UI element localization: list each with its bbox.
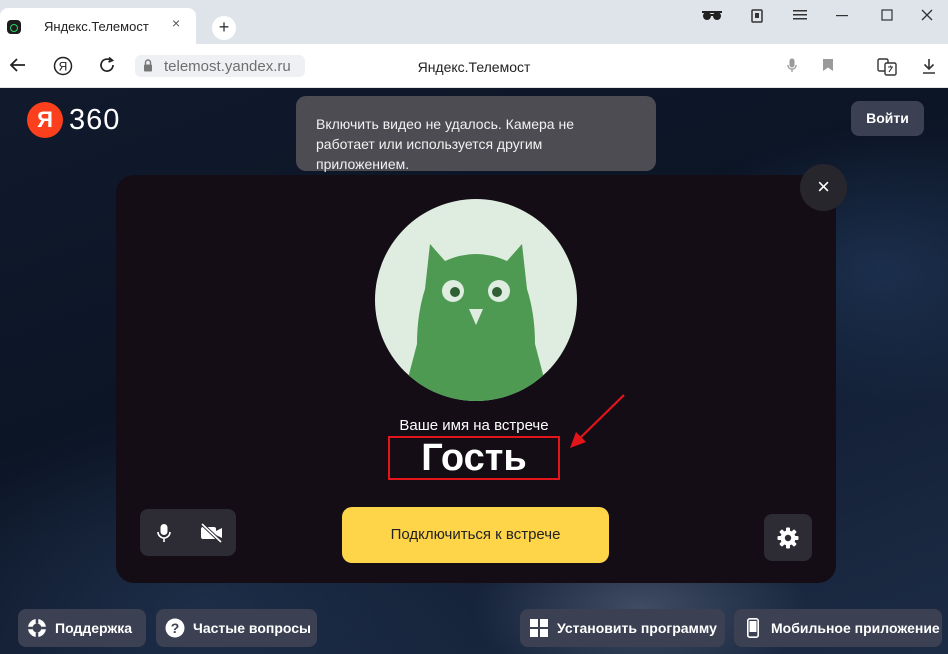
- mobile-app-button[interactable]: Мобильное приложение: [734, 609, 942, 647]
- page-title: Яндекс.Телемост: [417, 59, 531, 75]
- maximize-icon[interactable]: [872, 8, 902, 25]
- owl-avatar-icon: [402, 244, 550, 401]
- faq-label: Частые вопросы: [193, 620, 311, 636]
- support-button[interactable]: Поддержка: [18, 609, 146, 647]
- incognito-icon[interactable]: [697, 8, 727, 26]
- yandex-360-logo[interactable]: Я 360: [27, 102, 120, 138]
- join-meeting-button[interactable]: Подключиться к встрече: [342, 507, 609, 563]
- avatar: [375, 199, 577, 401]
- downloads-icon[interactable]: [922, 58, 936, 77]
- minimize-icon[interactable]: [827, 8, 857, 25]
- voice-search-icon[interactable]: [787, 58, 797, 76]
- svg-text:?: ?: [171, 620, 180, 636]
- mobile-app-label: Мобильное приложение: [771, 620, 940, 636]
- tab-close-icon[interactable]: ×: [172, 15, 180, 31]
- telemost-page: Я 360 Войти Включить видео не удалось. К…: [0, 88, 948, 654]
- tab-title: Яндекс.Телемост: [44, 19, 149, 34]
- telemost-favicon-icon: [7, 20, 21, 34]
- login-button[interactable]: Войти: [851, 101, 924, 136]
- browser-tab[interactable]: Яндекс.Телемост ×: [0, 8, 196, 44]
- name-caption: Ваше имя на встрече: [399, 417, 549, 434]
- gear-icon: [777, 527, 799, 548]
- microphone-button[interactable]: [140, 509, 188, 556]
- microphone-icon: [157, 523, 171, 542]
- camera-off-icon: [200, 522, 223, 543]
- install-app-label: Установить программу: [557, 620, 717, 636]
- windows-icon: [529, 618, 549, 638]
- logo-ya-icon: Я: [27, 102, 63, 138]
- collections-icon[interactable]: [742, 8, 772, 28]
- faq-button[interactable]: ? Частые вопросы: [156, 609, 317, 647]
- menu-icon[interactable]: [785, 8, 815, 25]
- annotation-arrow-icon: [570, 394, 625, 448]
- media-controls: [140, 509, 236, 556]
- address-bar: Я telemost.yandex.ru Яндекс.Телемост: [0, 44, 948, 88]
- close-window-icon[interactable]: [912, 8, 942, 25]
- support-icon: [27, 618, 47, 638]
- logo-360-text: 360: [69, 103, 121, 136]
- install-app-button[interactable]: Установить программу: [520, 609, 725, 647]
- question-icon: ?: [165, 618, 185, 638]
- name-highlight-box: [388, 436, 560, 480]
- browser-tab-bar: Яндекс.Телемост × +: [0, 0, 948, 44]
- smartphone-icon: [743, 618, 763, 638]
- camera-button[interactable]: [188, 509, 236, 556]
- new-tab-button[interactable]: +: [212, 16, 236, 40]
- close-button[interactable]: ×: [800, 164, 847, 211]
- translate-icon[interactable]: [877, 58, 897, 79]
- settings-button[interactable]: [764, 514, 812, 561]
- bookmark-icon[interactable]: [822, 58, 834, 75]
- support-label: Поддержка: [55, 620, 133, 636]
- camera-error-toast: Включить видео не удалось. Камера не раб…: [296, 96, 656, 172]
